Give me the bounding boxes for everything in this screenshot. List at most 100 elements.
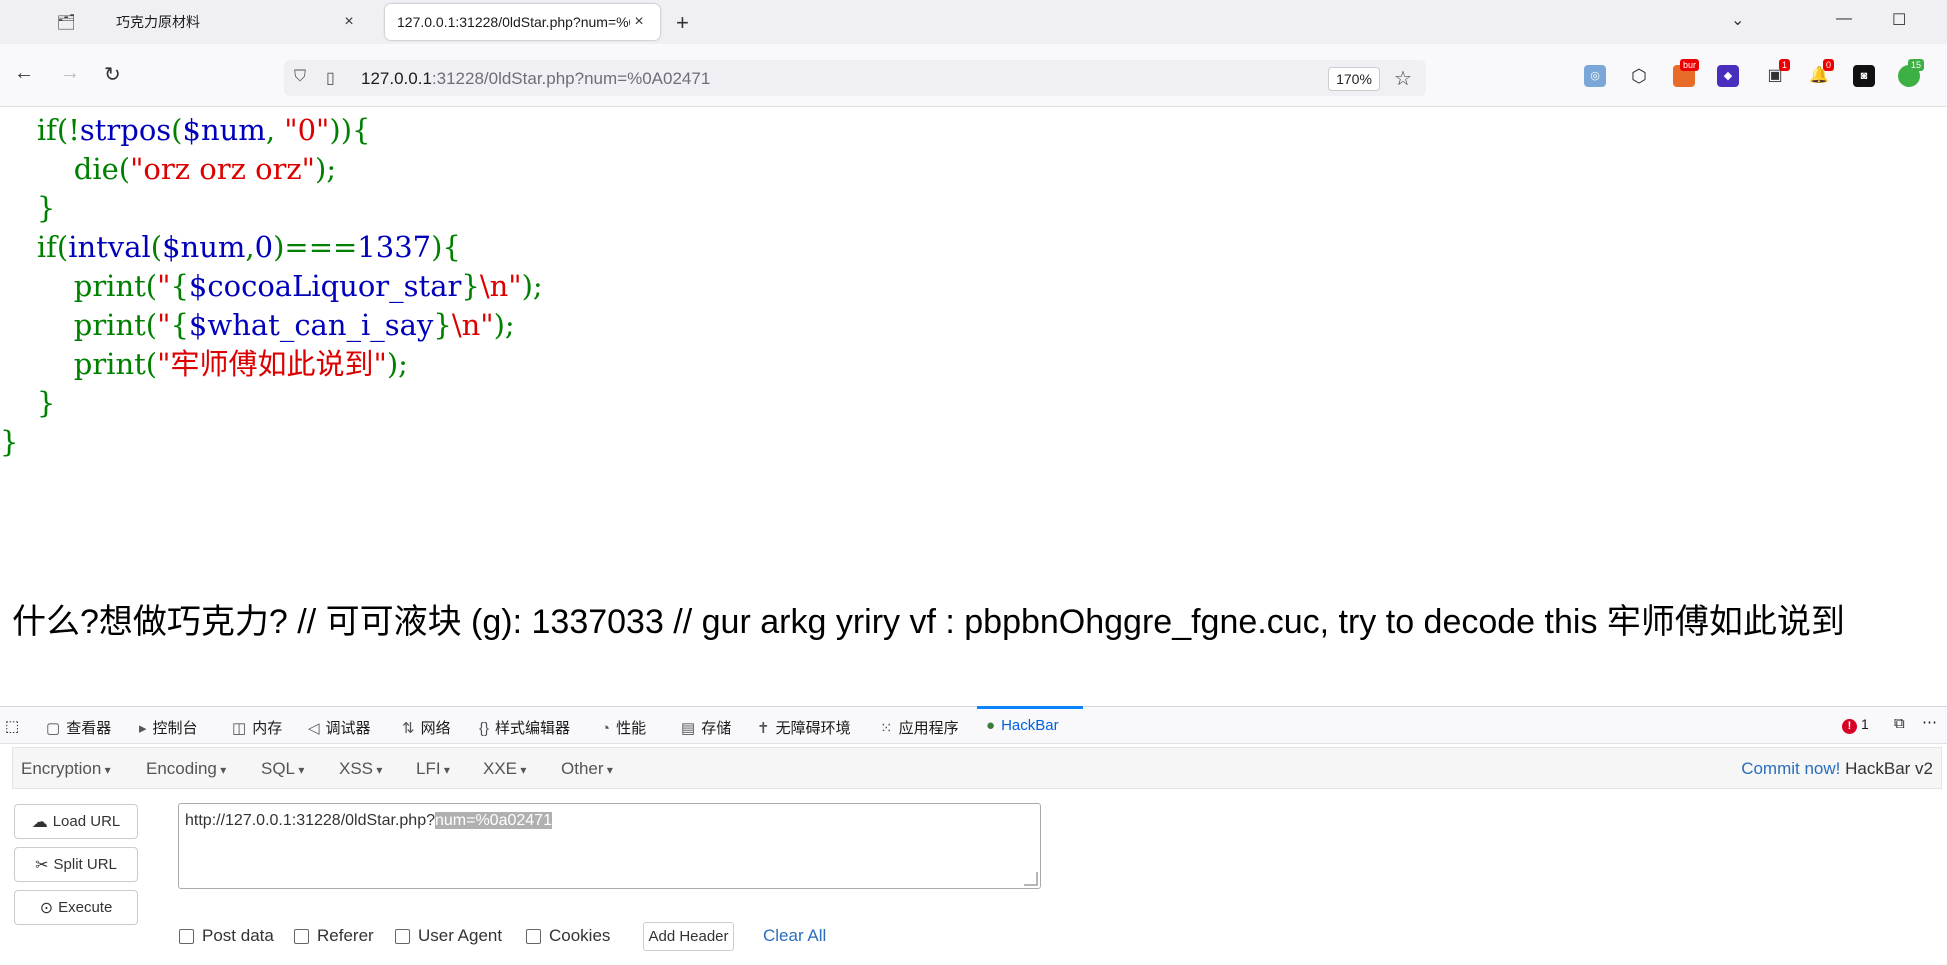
url-path: :31228/0ldStar.php?num=%0A02471 xyxy=(431,69,711,88)
code-token: " xyxy=(157,308,171,342)
user-agent-checkbox[interactable]: User Agent xyxy=(395,926,502,946)
url-host: 127.0.0.1 xyxy=(361,69,432,88)
cookies-checkbox[interactable]: Cookies xyxy=(526,926,610,946)
code-token: ); xyxy=(386,347,408,381)
option-label: User Agent xyxy=(418,926,503,945)
reload-icon[interactable]: ↻ xyxy=(104,62,121,87)
new-tab-button[interactable]: + xyxy=(676,10,689,36)
error-icon: ! xyxy=(1842,719,1857,734)
devtools-tab-performance[interactable]: ◔ 性能 xyxy=(601,717,646,738)
bookmark-star-icon[interactable]: ☆ xyxy=(1394,66,1412,91)
code-token: } xyxy=(0,425,19,459)
code-token: \n" xyxy=(451,308,494,342)
add-header-button[interactable]: Add Header xyxy=(643,922,734,951)
tab-list-icon[interactable]: 🗂 xyxy=(56,12,76,32)
minimize-icon[interactable]: — xyxy=(1836,10,1852,28)
menu-encoding[interactable]: Encoding xyxy=(146,759,226,779)
execute-button[interactable]: ⊙ Execute xyxy=(14,890,138,925)
forward-icon[interactable]: → xyxy=(60,62,80,85)
braces-icon: {} xyxy=(479,720,490,737)
bell-extension-icon[interactable]: 🔔 0 xyxy=(1808,59,1834,87)
devtools-tab-inspector[interactable]: ▢ 查看器 xyxy=(46,717,111,738)
code-token: 0 xyxy=(254,230,274,264)
code-token: \n" xyxy=(479,269,522,303)
code-token: ( xyxy=(150,230,163,264)
code-line: } xyxy=(0,384,543,423)
chevron-down-icon[interactable]: ⌄ xyxy=(1731,10,1744,30)
tab-label: 样式编辑器 xyxy=(495,720,571,737)
error-count-value: 1 xyxy=(1861,716,1869,732)
clear-all-link[interactable]: Clear All xyxy=(763,926,826,946)
code-token: "orz orz orz" xyxy=(130,152,316,186)
menu-lfi[interactable]: LFI xyxy=(416,759,450,779)
maximize-icon[interactable]: ☐ xyxy=(1892,10,1906,30)
commit-now-link[interactable]: Commit now! xyxy=(1741,759,1840,778)
error-count[interactable]: ! 1 xyxy=(1842,716,1869,734)
menu-xss[interactable]: XSS xyxy=(339,759,382,779)
devtools-tab-style-editor[interactable]: {} 样式编辑器 xyxy=(479,717,570,738)
hackbar-version: HackBar v2 xyxy=(1845,759,1933,778)
more-options-icon[interactable]: ⋯ xyxy=(1922,713,1937,731)
tab-chocolate-materials[interactable]: 巧克力原材料 × xyxy=(104,4,370,40)
code-token: { xyxy=(170,308,189,342)
menu-encryption[interactable]: Encryption xyxy=(21,759,111,779)
devtools-tab-application[interactable]: ⁙ 应用程序 xyxy=(880,717,959,738)
code-line: } xyxy=(0,423,543,462)
shield-icon[interactable]: ⛉ xyxy=(294,68,306,86)
code-line: if(!strpos($num, "0")){ xyxy=(0,111,543,150)
button-label: Load URL xyxy=(52,813,121,830)
screenshot-extension-icon[interactable]: ▣ 1 xyxy=(1764,59,1790,87)
referer-checkbox[interactable]: Referer xyxy=(294,926,374,946)
layers-extension-icon[interactable]: ◆ xyxy=(1717,65,1739,87)
checkbox-icon[interactable] xyxy=(179,928,194,944)
tab-label: 内存 xyxy=(252,720,283,737)
close-icon[interactable]: × xyxy=(630,13,648,31)
load-url-button[interactable]: ☁ Load URL xyxy=(14,804,138,839)
post-data-checkbox[interactable]: Post data xyxy=(179,926,274,946)
inspector-icon: ▢ xyxy=(46,720,61,737)
devtools-tab-network[interactable]: ⇅ 网络 xyxy=(402,717,451,738)
tab-title: 127.0.0.1:31228/0ldStar.php?num=%0A02471 xyxy=(397,14,630,30)
page-output-text: 什么?想做巧克力? // 可可液块 (g): 1337033 // gur ar… xyxy=(12,603,1845,641)
hackbar-url-input[interactable]: http://127.0.0.1:31228/0ldStar.php?num=%… xyxy=(178,803,1041,889)
menu-xxe[interactable]: XXE xyxy=(483,759,526,779)
devtools-tab-debugger[interactable]: ◁ 调试器 xyxy=(308,717,371,738)
checkbox-icon[interactable] xyxy=(395,928,410,944)
menu-other[interactable]: Other xyxy=(561,759,613,779)
code-token: " xyxy=(157,269,171,303)
mask-extension-icon[interactable]: ◙ xyxy=(1853,65,1875,87)
globe-extension-icon[interactable]: ◎ xyxy=(1584,65,1606,87)
devtools-tab-accessibility[interactable]: ✝ 无障碍环境 xyxy=(757,717,851,738)
devtools-tab-memory[interactable]: ◫ 内存 xyxy=(232,717,282,738)
code-token: $cocoaLiquor_star xyxy=(188,269,462,303)
puzzle-extension-icon[interactable]: ⬡ xyxy=(1628,65,1650,87)
devtools-tab-storage[interactable]: ▤ 存储 xyxy=(681,717,731,738)
close-icon[interactable]: × xyxy=(340,13,358,31)
devtools-tab-console[interactable]: ▸ 控制台 xyxy=(139,717,198,738)
checkbox-icon[interactable] xyxy=(526,928,541,944)
code-token: } xyxy=(36,386,56,420)
devtools-tab-hackbar[interactable]: ● HackBar xyxy=(986,717,1059,734)
split-url-button[interactable]: ✂ Split URL xyxy=(14,847,138,882)
green-extension-icon[interactable]: 15 xyxy=(1898,59,1924,87)
code-token: } xyxy=(36,191,56,225)
code-token: ); xyxy=(315,152,337,186)
dock-icon[interactable]: ⧉ xyxy=(1894,715,1905,732)
code-token: )){ xyxy=(329,113,371,147)
network-icon: ⇅ xyxy=(402,720,415,737)
zoom-level[interactable]: 170% xyxy=(1328,67,1380,91)
menu-sql[interactable]: SQL xyxy=(261,759,304,779)
tab-oldstar[interactable]: 127.0.0.1:31228/0ldStar.php?num=%0A02471… xyxy=(385,4,660,40)
page-icon[interactable]: ▯ xyxy=(326,68,335,88)
back-icon[interactable]: ← xyxy=(14,62,34,85)
resize-handle-icon[interactable] xyxy=(1024,872,1038,886)
url-text[interactable]: 127.0.0.1:31228/0ldStar.php?num=%0A02471 xyxy=(361,69,710,89)
burp-extension-icon[interactable]: bur xyxy=(1673,59,1699,87)
element-picker-icon[interactable]: ⬚ xyxy=(5,717,19,735)
code-token: "0" xyxy=(284,113,330,147)
code-token: } xyxy=(461,269,480,303)
tab-label: 应用程序 xyxy=(898,720,959,737)
checkbox-icon[interactable] xyxy=(294,928,309,944)
url-plain-text: http://127.0.0.1:31228/0ldStar.php? xyxy=(185,812,435,829)
address-bar[interactable]: ⛉ ▯ 127.0.0.1:31228/0ldStar.php?num=%0A0… xyxy=(284,60,1426,96)
